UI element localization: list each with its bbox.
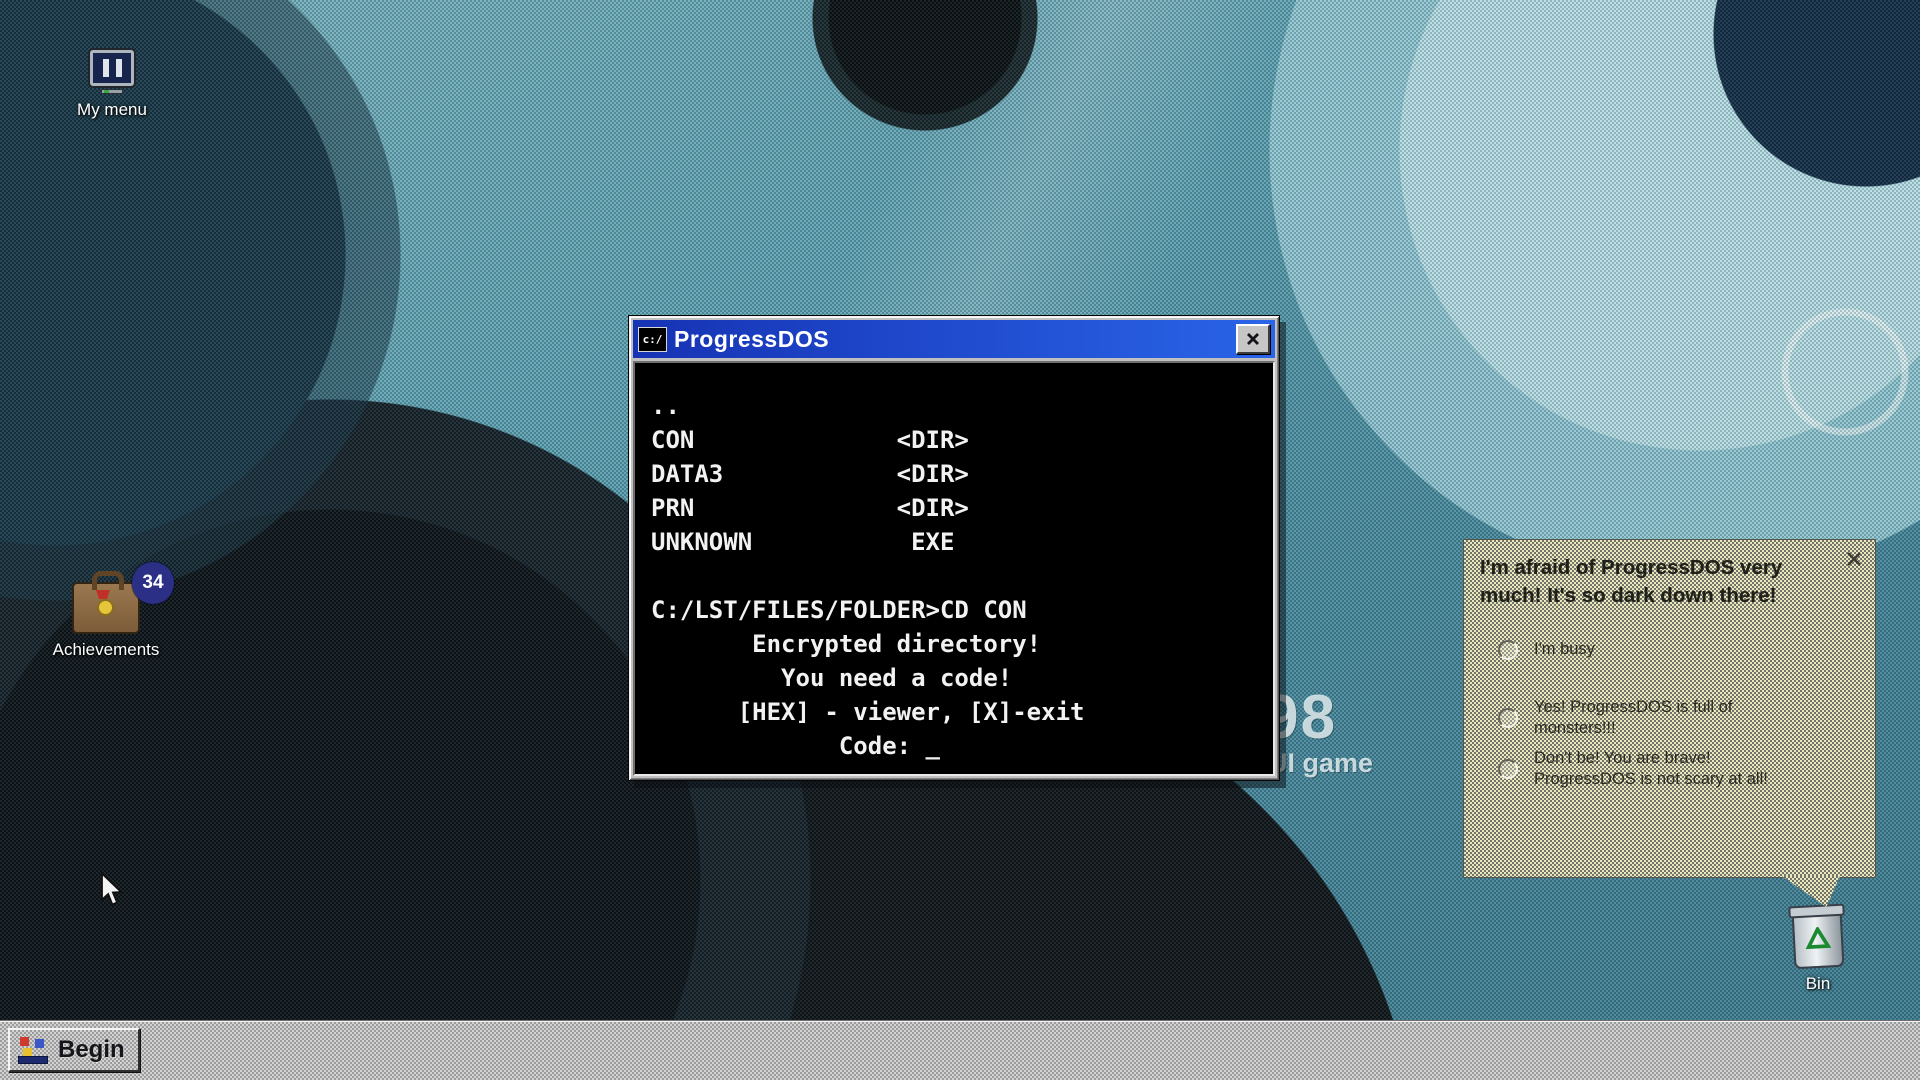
achievements-count-badge: 34 (132, 562, 174, 604)
bubble-option-2[interactable]: Yes! ProgressDOS is full of monsters!!! (1498, 697, 1859, 740)
dos-message-line: You need a code! (651, 661, 1273, 695)
close-icon (1245, 332, 1261, 346)
option-label: Yes! ProgressDOS is full of monsters!!! (1534, 697, 1812, 740)
achievements-label: Achievements (44, 640, 168, 660)
logo-square-yellow (23, 1048, 32, 1056)
msdos-icon: c:/ (638, 327, 667, 352)
briefcase-icon: 34 (72, 582, 140, 634)
dos-command-line: C:/LST/FILES/FOLDER>CD CON (651, 593, 1273, 627)
dir-row: DATA3<DIR> (651, 457, 1273, 491)
monitor-icon (88, 48, 136, 88)
bin-lid (1788, 904, 1845, 919)
progressdos-window: c:/ ProgressDOS .. CON<DIR> DATA3<DIR> P… (628, 315, 1280, 781)
option-label: I'm busy (1534, 639, 1812, 660)
pause-bar (116, 59, 122, 77)
dir-row: UNKNOWNEXE (651, 525, 1273, 559)
desktop-icon-my-menu[interactable]: My menu (64, 48, 160, 120)
power-led (104, 90, 109, 93)
bubble-option-3[interactable]: Don't be! You are brave! ProgressDOS is … (1498, 748, 1859, 791)
bubble-message: I'm afraid of ProgressDOS very much! It'… (1480, 554, 1832, 609)
dos-message-line: Encrypted directory! (651, 627, 1273, 661)
dos-prompt-block: C:/LST/FILES/FOLDER>CD CON Encrypted dir… (651, 593, 1273, 763)
radio-icon[interactable] (1498, 708, 1518, 728)
briefcase-handle (92, 571, 124, 590)
bubble-option-1[interactable]: I'm busy (1498, 639, 1859, 660)
desktop-icon-achievements[interactable]: 34 Achievements (44, 568, 168, 660)
window-title: ProgressDOS (674, 326, 1229, 353)
recycle-icon (1804, 926, 1831, 951)
recycle-bin-icon (1792, 909, 1845, 970)
monitor-screen (93, 53, 131, 83)
bubble-close-button[interactable] (1843, 548, 1865, 570)
begin-start-button[interactable]: Begin (8, 1028, 140, 1072)
window-titlebar[interactable]: c:/ ProgressDOS (633, 320, 1275, 358)
medal-ribbon (96, 590, 110, 599)
pause-bar (103, 59, 109, 77)
close-icon (1845, 551, 1863, 567)
medal-icon (97, 599, 114, 616)
monitor-base (101, 89, 123, 94)
dos-code-input-line[interactable]: Code: _ (651, 729, 1273, 763)
begin-label: Begin (58, 1036, 125, 1064)
dir-row: .. (651, 389, 1273, 423)
my-menu-label: My menu (64, 100, 160, 120)
radio-icon[interactable] (1498, 640, 1518, 660)
dos-message-line: [HEX] - viewer, [X]-exit (651, 695, 1273, 729)
bin-label: Bin (1770, 974, 1866, 994)
desktop-icon-bin[interactable]: Bin (1770, 902, 1866, 994)
dos-terminal-screen[interactable]: .. CON<DIR> DATA3<DIR> PRN<DIR> UNKNOWNE… (633, 361, 1275, 776)
taskbar: Begin 手机新意·SJXINYI.COM EN 01:34 PM (0, 1022, 1920, 1080)
close-button[interactable] (1236, 324, 1270, 354)
dir-row: CON<DIR> (651, 423, 1273, 457)
assistant-speech-bubble: I'm afraid of ProgressDOS very much! It'… (1463, 539, 1876, 878)
logo-square-blue (35, 1039, 44, 1048)
dir-row: PRN<DIR> (651, 491, 1273, 525)
begin-logo-icon (18, 1036, 48, 1064)
mouse-cursor-icon (98, 872, 128, 913)
logo-square-red (20, 1037, 29, 1046)
option-label: Don't be! You are brave! ProgressDOS is … (1534, 748, 1812, 791)
radio-icon[interactable] (1498, 759, 1518, 779)
wallpaper-brand-subtext: UI game (1268, 748, 1373, 779)
desktop: r98 UI game My menu 34 Achievements Bin (0, 0, 1920, 1080)
logo-progressbar (18, 1056, 48, 1064)
